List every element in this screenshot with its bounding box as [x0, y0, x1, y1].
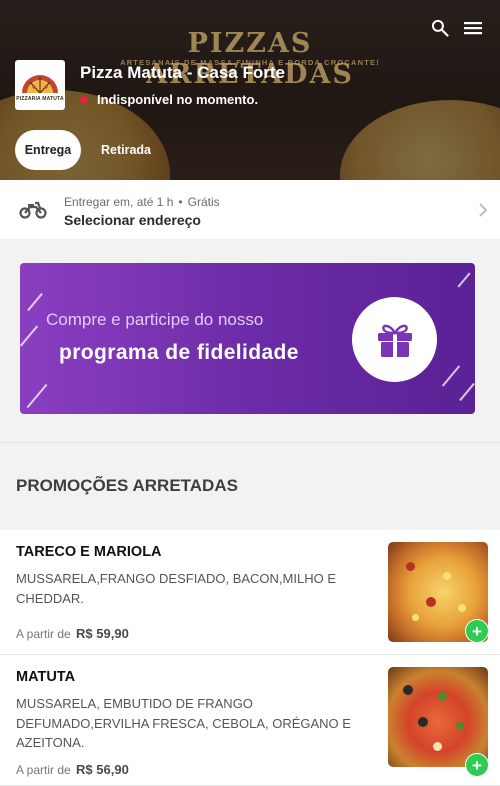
banner-decoration [457, 272, 471, 288]
banner-text-line1: Compre e participe do nosso [46, 310, 264, 329]
plus-icon: + [472, 755, 482, 775]
motorcycle-icon [19, 201, 47, 219]
topping [418, 717, 428, 727]
loyalty-program-banner[interactable]: Compre e participe do nosso programa de … [20, 263, 475, 414]
banner-decoration [20, 325, 39, 347]
store-name: Pizza Matuta - Casa Forte [80, 63, 285, 82]
logo-text: PIZZARIA MATUTA [16, 95, 64, 102]
menu-button[interactable] [461, 16, 485, 40]
hamburger-menu-icon [464, 22, 482, 35]
product-price-row: A partir de R$ 59,90 [16, 626, 129, 641]
plus-icon: + [472, 621, 482, 641]
status-text: Indisponível no momento. [97, 92, 259, 107]
banner-decoration [441, 365, 461, 387]
delivery-fee: Grátis [187, 195, 220, 209]
product-description: MUSSARELA, EMBUTIDO DE FRANGO DEFUMADO,E… [16, 696, 351, 750]
topping [458, 604, 466, 612]
store-page: PIZZAS ARRETADAS ARTESANAIS DE MASSA FIN… [0, 0, 500, 786]
price-prefix: A partir de [16, 627, 71, 641]
banner-decoration [459, 382, 475, 402]
topping [412, 614, 419, 621]
store-status: Indisponível no momento. [80, 92, 258, 107]
product-price: R$ 59,90 [76, 626, 129, 641]
delivery-time: Entregar em, até 1 h [64, 195, 174, 209]
product-description: MUSSARELA,FRANGO DESFIADO, BACON,MILHO E… [16, 571, 336, 606]
chevron-right-icon [479, 203, 488, 217]
topping [438, 692, 447, 701]
price-prefix: A partir de [16, 763, 71, 777]
product-item[interactable]: TARECO E MARIOLA MUSSARELA,FRANGO DESFIA… [0, 530, 500, 655]
product-item[interactable]: MATUTA MUSSARELA, EMBUTIDO DE FRANGO DEF… [0, 655, 500, 786]
banner-decoration [27, 292, 43, 312]
search-icon [431, 19, 449, 37]
store-header-banner: PIZZAS ARRETADAS ARTESANAIS DE MASSA FIN… [0, 0, 500, 180]
tab-retirada[interactable]: Retirada [92, 130, 160, 170]
topping [456, 722, 464, 730]
product-image [388, 667, 488, 767]
delivery-address-row[interactable]: Entregar em, até 1 h • Grátis Selecionar… [0, 180, 500, 239]
delivery-separator: • [178, 195, 183, 209]
banner-text-line2: programa de fidelidade [59, 341, 299, 364]
pizza-logo-icon [22, 74, 58, 93]
product-name: MATUTA [16, 669, 76, 685]
loyalty-banner-section: Compre e participe do nosso programa de … [0, 239, 500, 442]
add-product-button[interactable]: + [465, 753, 489, 777]
section-title: PROMOÇÕES ARRETADAS [16, 476, 238, 495]
topping [426, 597, 436, 607]
section-header: PROMOÇÕES ARRETADAS [0, 442, 500, 530]
topping [433, 742, 442, 751]
banner-decoration [26, 383, 48, 409]
product-price-row: A partir de R$ 56,90 [16, 762, 129, 777]
status-dot-icon [80, 95, 88, 104]
topping [403, 685, 413, 695]
gift-badge [352, 297, 437, 382]
topping [443, 572, 451, 580]
topping [406, 562, 415, 571]
tab-entrega[interactable]: Entrega [15, 130, 81, 170]
product-name: TARECO E MARIOLA [16, 544, 162, 560]
add-product-button[interactable]: + [465, 619, 489, 643]
product-price: R$ 56,90 [76, 762, 129, 777]
delivery-info: Entregar em, até 1 h • Grátis [64, 195, 220, 209]
select-address-label: Selecionar endereço [64, 212, 201, 228]
search-button[interactable] [428, 16, 452, 40]
gift-icon [377, 324, 412, 357]
store-logo: PIZZARIA MATUTA [15, 60, 65, 110]
